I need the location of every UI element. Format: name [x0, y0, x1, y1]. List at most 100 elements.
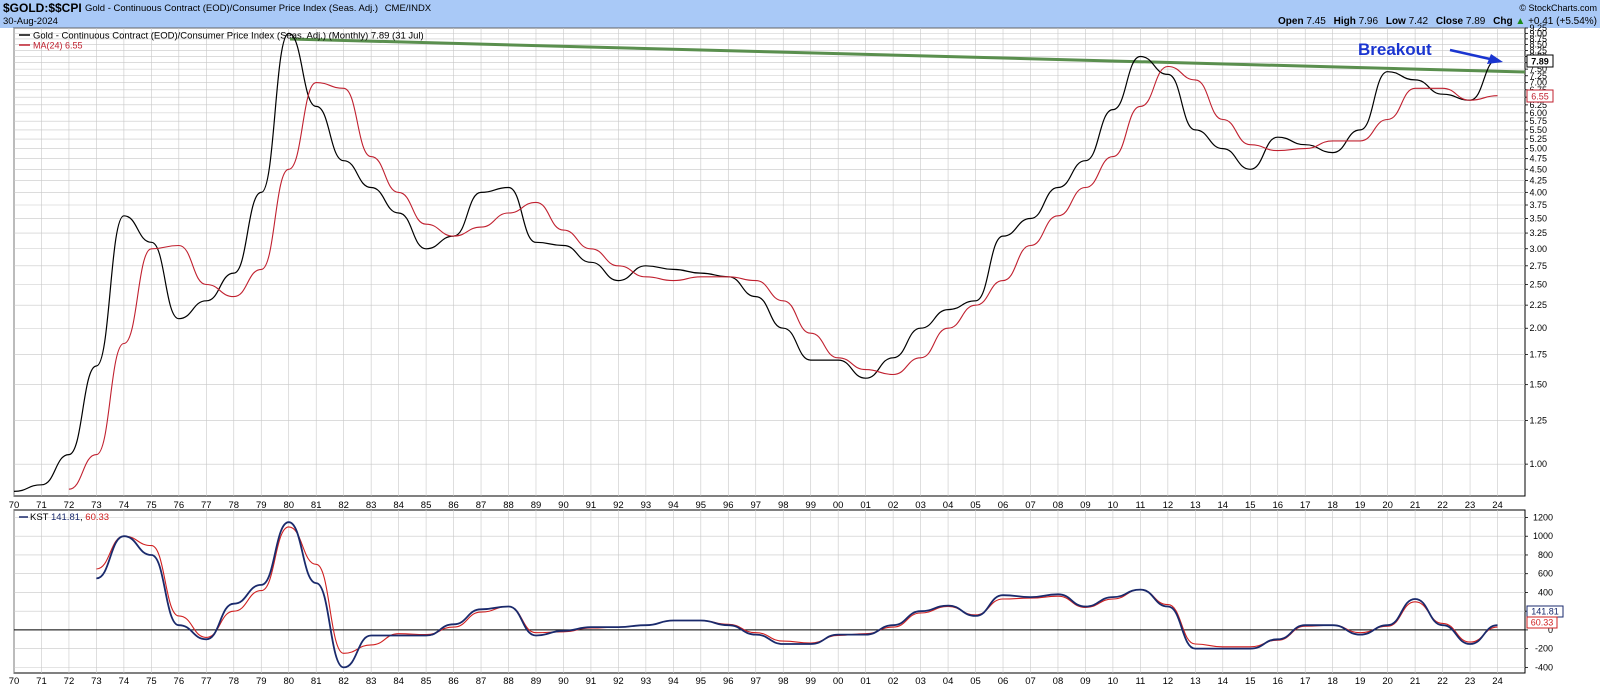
legend-kst-label: KST 141.81, 60.33 [30, 512, 109, 523]
kst-signal-series-line [96, 526, 1498, 654]
x-tick-label: 73 [91, 500, 102, 511]
x-tick-label: 23 [1465, 500, 1476, 511]
y-tick-label: 3.25 [1529, 228, 1547, 238]
x-tick-label: 09 [1080, 676, 1091, 687]
x-tick-label: 11 [1135, 676, 1145, 687]
y-tick-label: 800 [1538, 550, 1553, 560]
x-tick-label: 98 [778, 676, 789, 687]
x-tick-label: 84 [393, 676, 404, 687]
x-tick-label: 12 [1163, 676, 1174, 687]
header-quote: Open 7.45 High 7.96 Low 7.42 Close 7.89 … [1278, 16, 1597, 27]
x-tick-label: 00 [833, 500, 844, 511]
header-watermark: © StockCharts.com [1519, 3, 1597, 13]
x-tick-label: 70 [9, 676, 20, 687]
quote-low-label: Low [1386, 16, 1406, 27]
y-tick-label: 600 [1538, 569, 1553, 579]
y-tick-label: 1000 [1533, 531, 1553, 541]
legend-price-label: Gold - Continuous Contract (EOD)/Consume… [33, 31, 424, 42]
kst-signal-box: 60.33 [1526, 616, 1558, 629]
x-tick-label: 72 [64, 676, 75, 687]
y-tick-label: 3.75 [1529, 200, 1547, 210]
x-tick-label: 75 [146, 500, 157, 511]
x-tick-label: 22 [1437, 500, 1448, 511]
x-tick-label: 02 [888, 676, 899, 687]
x-tick-label: 77 [201, 500, 212, 511]
x-tick-label: 98 [778, 500, 789, 511]
last-price-box-text: 7.89 [1531, 57, 1549, 67]
y-tick-label: 400 [1538, 587, 1553, 597]
kst-signal-box-text: 60.33 [1531, 618, 1554, 628]
x-tick-label: 23 [1465, 676, 1476, 687]
x-tick-label: 03 [915, 500, 926, 511]
y-tick-label: 1.50 [1529, 380, 1547, 390]
y-tick-label: 1.00 [1529, 459, 1547, 469]
quote-open-value: 7.45 [1306, 16, 1326, 27]
y-tick-label: 4.50 [1529, 164, 1547, 174]
x-tick-label: 90 [558, 500, 569, 511]
y-tick-label: 2.25 [1529, 300, 1547, 310]
x-tick-label: 93 [641, 500, 652, 511]
y-tick-label: 4.00 [1529, 187, 1547, 197]
y-tick-label: 2.00 [1529, 323, 1547, 333]
x-tick-label: 74 [119, 500, 130, 511]
x-tick-label: 77 [201, 676, 212, 687]
x-tick-label: 13 [1190, 676, 1201, 687]
x-tick-label: 06 [998, 500, 1009, 511]
y-tick-label: 1.25 [1529, 415, 1547, 425]
x-tick-label: 16 [1272, 500, 1283, 511]
x-tick-label: 72 [64, 500, 75, 511]
legend-ma-label: MA(24) 6.55 [33, 41, 83, 51]
x-tick-label: 86 [448, 676, 459, 687]
header-description-text: Gold - Continuous Contract (EOD)/Consume… [85, 3, 378, 14]
x-tick-label: 80 [283, 500, 294, 511]
x-tick-label: 24 [1492, 500, 1503, 511]
x-tick-label: 99 [805, 500, 816, 511]
x-tick-label: 99 [805, 676, 816, 687]
x-tick-label: 07 [1025, 500, 1036, 511]
x-tick-label: 73 [91, 676, 102, 687]
y-tick-label: 5.25 [1529, 134, 1547, 144]
x-tick-label: 01 [860, 676, 871, 687]
x-tick-label: 19 [1355, 676, 1366, 687]
x-tick-label: 20 [1382, 500, 1393, 511]
x-tick-label: 13 [1190, 500, 1201, 511]
x-tick-label: 94 [668, 500, 679, 511]
x-tick-label: 18 [1327, 500, 1338, 511]
x-tick-label: 97 [750, 676, 761, 687]
header-exchange: CME/INDX [385, 3, 432, 14]
resistance-trendline [289, 37, 1526, 74]
x-tick-label: 91 [586, 500, 597, 511]
x-tick-label: 22 [1437, 676, 1448, 687]
x-tick-label: 01 [860, 500, 871, 511]
x-tick-label: 10 [1108, 676, 1119, 687]
x-tick-label: 87 [476, 500, 487, 511]
x-tick-label: 79 [256, 500, 267, 511]
kst-grid [13, 510, 1525, 673]
header-symbol: $GOLD:$$CPI [3, 1, 82, 15]
y-tick-label: 2.75 [1529, 261, 1547, 271]
x-tick-label: 14 [1218, 500, 1229, 511]
y-axis-kst: -400-200020040060080010001200 [1525, 512, 1553, 672]
quote-chg-label: Chg [1493, 16, 1512, 27]
x-tick-label: 07 [1025, 676, 1036, 687]
y-tick-label: 2.50 [1529, 279, 1547, 289]
x-tick-label: 10 [1108, 500, 1119, 511]
ma-value-box: 6.55 [1526, 89, 1554, 103]
y-tick-label: -200 [1535, 644, 1553, 654]
x-tick-label: 12 [1163, 500, 1174, 511]
y-tick-label: 4.75 [1529, 154, 1547, 164]
kst-legend: KST 141.81, 60.33 [19, 512, 109, 523]
y-tick-label: 4.25 [1529, 175, 1547, 185]
legend-kst-value2: 60.33 [85, 512, 109, 523]
x-tick-label: 76 [174, 676, 185, 687]
x-tick-label: 21 [1410, 676, 1421, 687]
x-tick-label: 85 [421, 676, 432, 687]
quote-high-label: High [1334, 16, 1356, 27]
x-tick-label: 08 [1053, 676, 1064, 687]
main-grid [13, 27, 1525, 496]
x-tick-label: 17 [1300, 676, 1311, 687]
x-tick-label: 80 [283, 676, 294, 687]
quote-high-value: 7.96 [1359, 16, 1379, 27]
y-tick-label: 9.25 [1529, 23, 1547, 33]
x-tick-label: 81 [311, 676, 322, 687]
